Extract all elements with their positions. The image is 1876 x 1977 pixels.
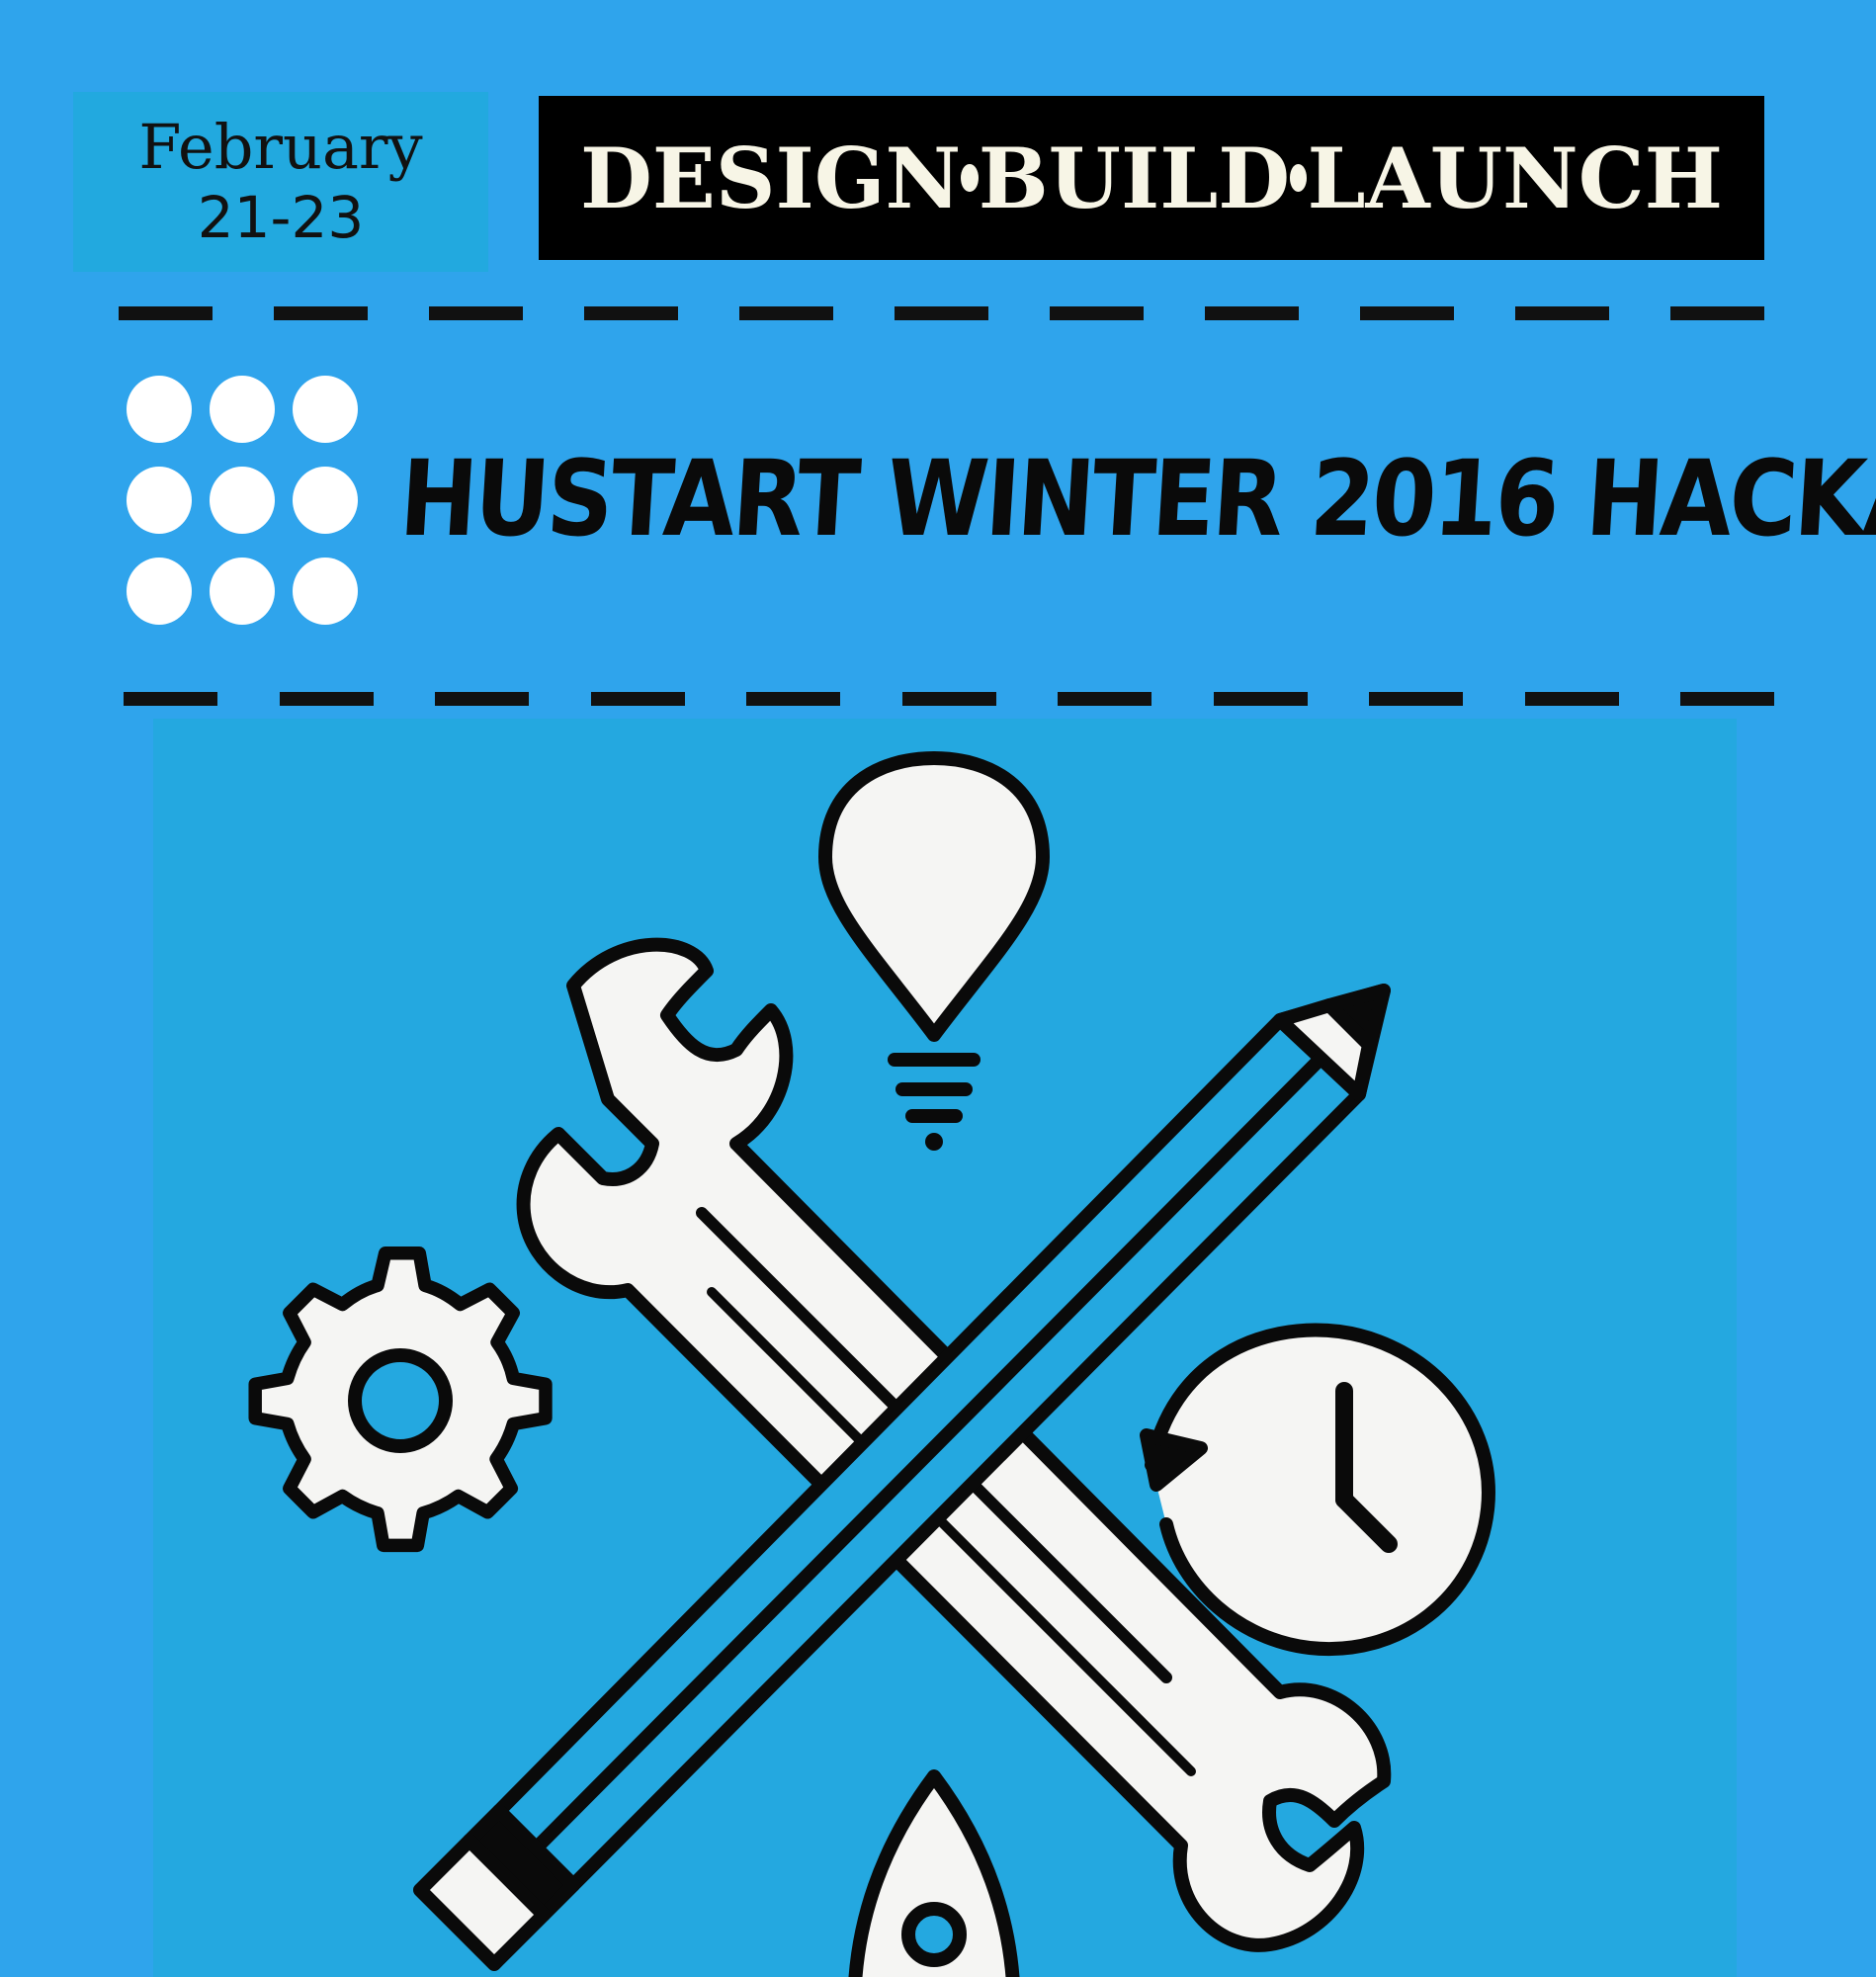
tagline-bar: DESIGN BUILD LAUNCH xyxy=(539,96,1764,260)
lightbulb-icon xyxy=(818,751,1050,1151)
date-days: 21-23 xyxy=(197,184,365,252)
gear-icon xyxy=(248,1246,553,1553)
tagline-separator-dot xyxy=(1290,164,1308,192)
hackathon-illustration xyxy=(153,719,1737,1977)
tagline-build: BUILD xyxy=(978,129,1291,227)
date-badge: February 21-23 xyxy=(73,92,488,272)
rocket-icon xyxy=(848,1769,1020,1977)
dashed-divider-bottom xyxy=(124,692,1774,706)
dashed-divider-top xyxy=(119,306,1764,320)
event-title: HUSTART WINTER 2016 HACKATHON xyxy=(396,438,1876,559)
tagline-separator-dot xyxy=(961,164,979,192)
dot-grid-logo xyxy=(127,376,359,628)
date-month: February xyxy=(138,111,423,183)
tagline-design: DESIGN xyxy=(580,129,962,227)
tagline-launch: LAUNCH xyxy=(1307,129,1723,227)
